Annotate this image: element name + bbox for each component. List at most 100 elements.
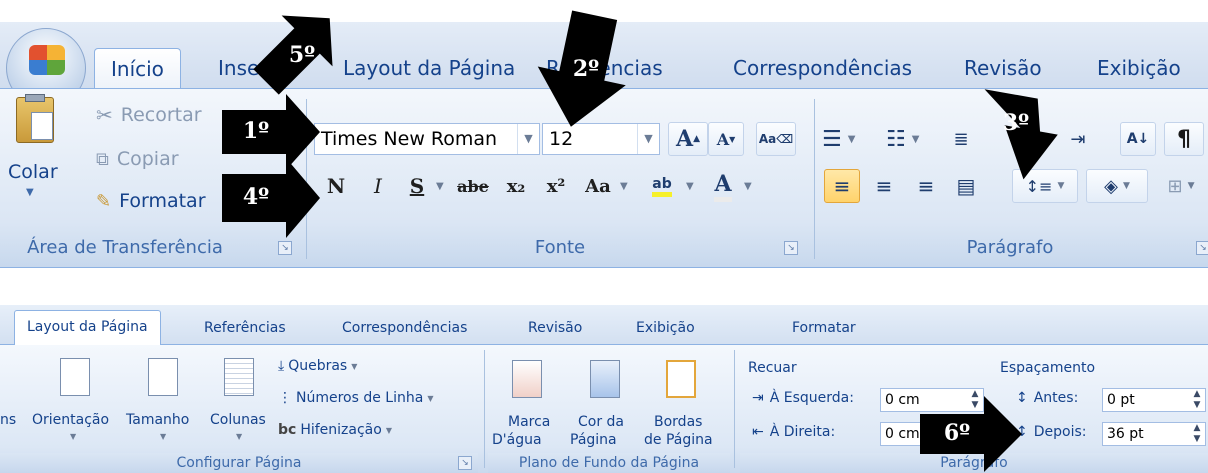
columns-button[interactable]: Colunas [210, 412, 266, 428]
strikethrough-button[interactable]: abe [452, 169, 494, 203]
spacing-before-label-row: ↕ Antes: [1016, 390, 1078, 406]
tab-revisao[interactable]: Revisão [528, 312, 582, 344]
subscript-button[interactable]: x₂ [498, 169, 534, 203]
tab-label: Correspondências [733, 56, 913, 80]
font-size-combo[interactable]: 12 ▼ [542, 123, 660, 155]
brush-icon: ✎ [96, 190, 112, 212]
increase-indent-button[interactable]: ⇥ [1062, 122, 1094, 156]
numbering-button[interactable]: ☷ ▼ [886, 122, 938, 156]
font-group-label: Fonte [534, 237, 586, 258]
indent-left-input[interactable]: 0 cm ▲ ▼ [880, 388, 984, 412]
format-painter-button[interactable]: ✎ Formatar [96, 187, 206, 215]
spacing-before-icon: ↕ [1016, 390, 1028, 406]
font-launcher-icon[interactable]: ↘ [784, 241, 798, 255]
page-color-label-2[interactable]: Página [570, 432, 617, 448]
tab-inicio[interactable]: Início [94, 48, 181, 88]
shading-button[interactable]: ◈ ▼ [1086, 169, 1148, 203]
hyphenation-button[interactable]: bc Hifenização ▼ [278, 422, 392, 438]
breaks-button[interactable]: ⤓ Quebras ▼ [278, 358, 357, 374]
tab-revisao[interactable]: Revisão [964, 48, 1042, 88]
shrink-font-button[interactable]: A ▼ [708, 122, 744, 156]
justify-button[interactable]: ▤ [948, 169, 984, 203]
font-name-combo[interactable]: Times New Roman ▼ [314, 123, 540, 155]
tab-correspondencias[interactable]: Correspondências [342, 312, 467, 344]
superscript-button[interactable]: x² [538, 169, 574, 203]
watermark-label-1[interactable]: Marca [508, 414, 550, 430]
tab-label: Formatar [792, 320, 856, 336]
size-button[interactable]: Tamanho [126, 412, 189, 428]
page-color-label-1[interactable]: Cor da [578, 414, 624, 430]
spacing-after-label-row: ↕ Depois: [1016, 424, 1086, 440]
font-color-button[interactable]: A [706, 169, 740, 203]
group-divider [814, 99, 815, 259]
chevron-down-icon: ▼ [70, 432, 77, 441]
chevron-down-icon: ▼ [436, 181, 444, 192]
callout-1-label: 1º [242, 118, 270, 144]
callout-2-label: 2º [572, 56, 600, 82]
spinner-icon[interactable]: ▲ ▼ [1189, 423, 1205, 445]
tab-label: Exibição [636, 320, 695, 336]
tab-layout[interactable]: Layout da Página [343, 48, 515, 88]
grow-font-button[interactable]: A ▲ [668, 122, 708, 156]
tab-referencias[interactable]: Referências [204, 312, 286, 344]
tab-correspondencias[interactable]: Correspondências [733, 48, 912, 88]
indent-left-label: À Esquerda: [769, 390, 854, 406]
orientation-button[interactable]: Orientação [32, 412, 109, 428]
spinner-icon[interactable]: ▲ ▼ [1189, 389, 1205, 411]
copy-button[interactable]: ⧉ Copiar [96, 145, 179, 173]
borders-button[interactable]: ⊞ ▼ [1154, 169, 1208, 203]
indent-heading: Recuar [748, 360, 797, 376]
paste-button[interactable]: Colar ▼ [8, 94, 66, 207]
tab-layout-da-pagina[interactable]: Layout da Página [14, 310, 161, 346]
sort-button[interactable]: A↓ [1120, 122, 1156, 156]
spacing-before-input[interactable]: 0 pt ▲ ▼ [1102, 388, 1206, 412]
align-right-button[interactable]: ≡ [908, 169, 944, 203]
watermark-label-2[interactable]: D'água [492, 432, 542, 448]
shrink-font-icon: A [716, 129, 730, 149]
copy-icon: ⧉ [96, 148, 109, 170]
indent-right-icon: ⇤ [752, 424, 764, 440]
page-borders-label-2[interactable]: de Página [644, 432, 713, 448]
pilcrow-icon: ¶ [1177, 126, 1191, 152]
change-case-button[interactable]: Aa [578, 169, 618, 203]
clipboard-launcher-icon[interactable]: ↘ [278, 241, 292, 255]
page-setup-launcher-icon[interactable]: ↘ [458, 456, 472, 470]
margins-label[interactable]: ns [0, 412, 16, 428]
tab-label: Layout da Página [27, 319, 148, 335]
tab-inserir[interactable]: Inserir [218, 48, 281, 88]
indent-left-label-row: ⇥ À Esquerda: [752, 390, 854, 406]
group-divider [484, 350, 485, 468]
line-spacing-button[interactable]: ↕≡ ▼ [1012, 169, 1078, 203]
tab-exibicao[interactable]: Exibição [1097, 48, 1181, 88]
tab-label: Correspondências [342, 320, 468, 336]
bold-button[interactable]: N [318, 169, 354, 203]
hyphenation-icon: bc [278, 422, 297, 438]
underline-button[interactable]: S [402, 169, 432, 203]
highlight-button[interactable]: ab [640, 169, 684, 203]
cut-button[interactable]: ✂ Recortar [96, 101, 202, 129]
tab-exibicao[interactable]: Exibição [636, 312, 695, 344]
breaks-label: Quebras [288, 358, 348, 374]
bullets-button[interactable]: ☰ ▼ [822, 122, 878, 156]
clear-formatting-button[interactable]: Aa⌫ [756, 122, 796, 156]
indent-right-label: À Direita: [769, 424, 836, 440]
line-numbers-button[interactable]: ⋮ Números de Linha ▼ [278, 390, 433, 406]
chevron-down-icon: ▼ [686, 181, 694, 192]
spacing-after-value: 36 pt [1107, 426, 1144, 442]
numbered-list-icon: ☷ [886, 126, 906, 152]
watermark-icon [512, 360, 542, 398]
align-left-button[interactable]: ≡ [824, 169, 860, 203]
indent-right-label-row: ⇤ À Direita: [752, 424, 835, 440]
spinner-icon[interactable]: ▲ ▼ [967, 389, 983, 411]
align-left-icon: ≡ [833, 174, 851, 198]
tab-formatar[interactable]: Formatar [792, 312, 856, 344]
multilevel-list-button[interactable]: ≣ [944, 122, 978, 156]
page-borders-label-1[interactable]: Bordas [654, 414, 702, 430]
spacing-after-input[interactable]: 36 pt ▲ ▼ [1102, 422, 1206, 446]
italic-button[interactable]: I [360, 169, 396, 203]
paragraph-launcher-icon[interactable]: ↘ [1196, 241, 1208, 255]
spacing-after-label: Depois: [1033, 424, 1087, 440]
show-marks-button[interactable]: ¶ [1164, 122, 1204, 156]
paragraph-layout-group-label: Parágrafo [740, 453, 1208, 473]
align-center-button[interactable]: ≡ [866, 169, 902, 203]
